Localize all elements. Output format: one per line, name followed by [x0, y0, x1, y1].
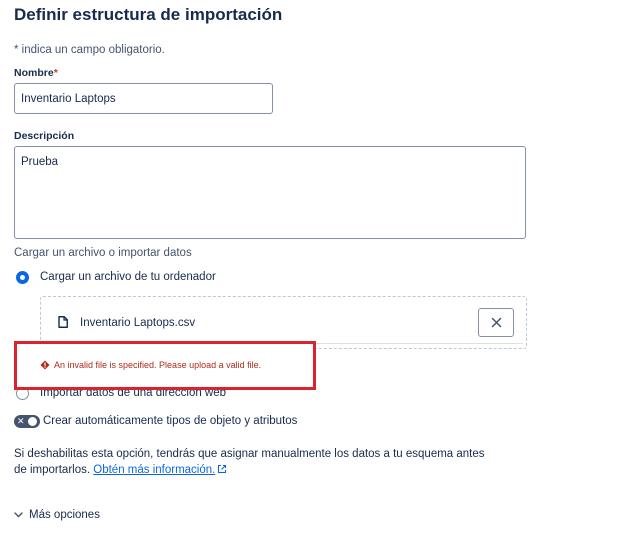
description-field-label: Descripción — [14, 130, 75, 142]
uploaded-file-name: Inventario Laptops.csv — [80, 317, 196, 329]
remove-file-button[interactable] — [478, 308, 514, 337]
learn-more-link[interactable]: Obtén más información. — [93, 464, 215, 476]
required-marker: * — [53, 67, 58, 79]
radio-upload-file-label[interactable]: Cargar un archivo de tu ordenador — [40, 271, 216, 283]
required-note: * indica un campo obligatorio. — [14, 44, 165, 56]
name-label-text: Nombre — [14, 67, 54, 79]
auto-create-toggle[interactable]: ✕ — [14, 415, 40, 428]
error-message: An invalid file is specified. Please upl… — [54, 360, 262, 370]
radio-upload-file[interactable] — [16, 271, 29, 284]
warning-icon — [40, 360, 50, 370]
help-text: Si deshabilitas esta opción, tendrás que… — [14, 446, 494, 478]
more-options-label: Más opciones — [29, 509, 100, 521]
page-title: Definir estructura de importación — [14, 5, 283, 24]
help-description: Si deshabilitas esta opción, tendrás que… — [14, 448, 485, 476]
close-icon — [491, 317, 501, 328]
toggle-off-icon: ✕ — [17, 416, 25, 426]
external-link-icon — [218, 464, 227, 474]
toggle-knob — [28, 417, 37, 426]
file-icon — [58, 316, 68, 328]
chevron-down-icon — [14, 512, 23, 518]
description-textarea[interactable]: Prueba — [14, 146, 526, 239]
more-options-toggle[interactable]: Más opciones — [14, 509, 100, 521]
import-source-label: Cargar un archivo o importar datos — [14, 247, 192, 259]
name-input[interactable] — [14, 83, 273, 114]
auto-create-label: Crear automáticamente tipos de objeto y … — [43, 415, 298, 427]
name-field-label: Nombre* — [14, 67, 58, 79]
